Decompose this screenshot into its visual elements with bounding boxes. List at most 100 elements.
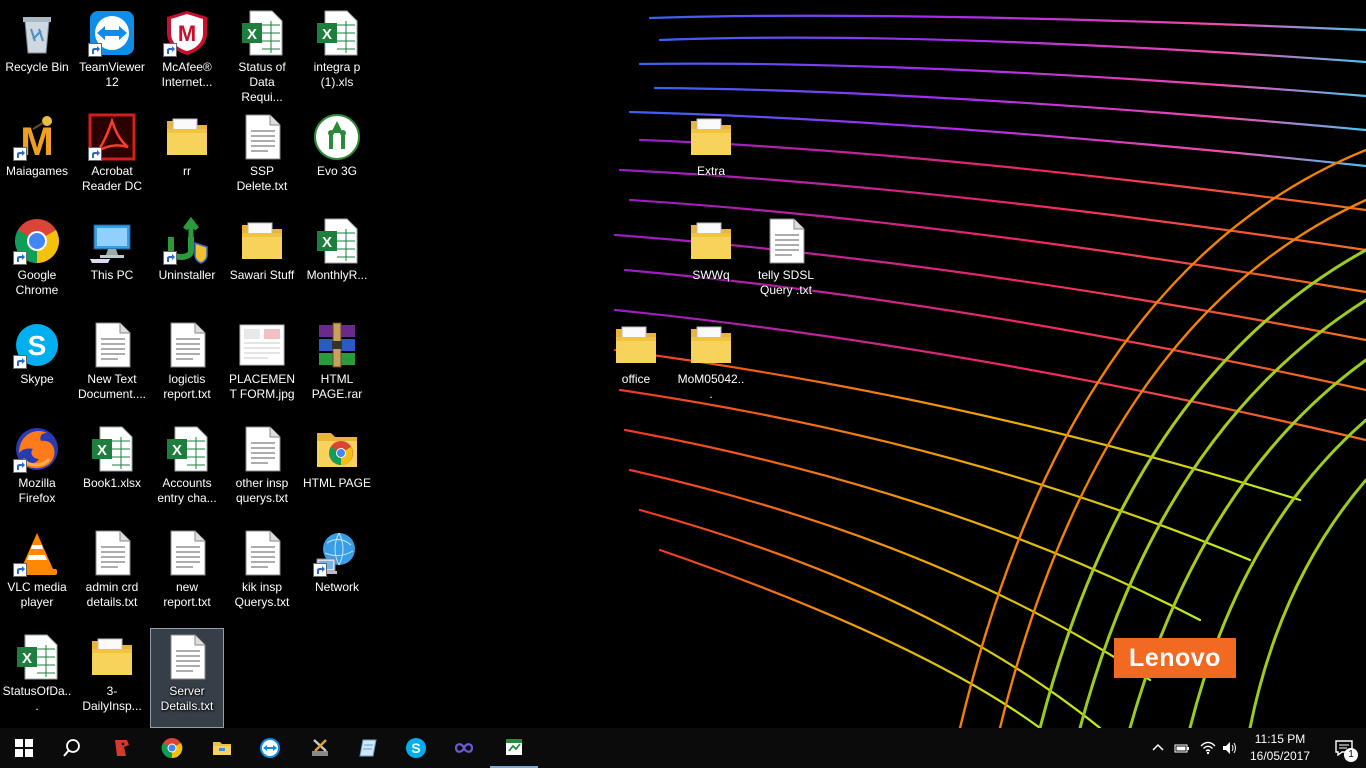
wifi-icon [1200, 741, 1216, 755]
taskbar-tools[interactable] [296, 728, 344, 768]
svg-text:M: M [178, 21, 196, 46]
desktop-icon-label: integra p (1).xls [313, 60, 361, 89]
windows-logo-icon [15, 739, 33, 757]
desktop-icon-extra[interactable]: Extra [674, 108, 748, 208]
desktop-icon-status-of-data-requi[interactable]: X Status of Data Requi... [225, 4, 299, 104]
taskbar-app-red[interactable] [98, 728, 146, 768]
folder-icon [88, 633, 136, 681]
desktop-icon-kik-insp-querys-txt[interactable]: kik insp Querys.txt [225, 524, 299, 624]
desktop-icon-mom05042[interactable]: MoM05042... [674, 316, 748, 416]
image-file-icon [238, 321, 286, 369]
desktop-icon-accounts-entry-cha[interactable]: X Accounts entry cha... [150, 420, 224, 520]
desktop-icon-statusofda[interactable]: X StatusOfDa... [0, 628, 74, 728]
teamviewer-icon [260, 738, 280, 758]
svg-text:X: X [22, 650, 32, 667]
desktop-icon-mcafee-internet[interactable]: M McAfee® Internet... [150, 4, 224, 104]
desktop-icon-book1-xlsx[interactable]: X Book1.xlsx [75, 420, 149, 520]
desktop-icon-label: MoM05042... [677, 372, 745, 401]
vlc-icon [13, 529, 61, 577]
desktop-icon-label: other insp querys.txt [235, 476, 289, 505]
desktop-icon-admin-crd-details-txt[interactable]: admin crd details.txt [75, 524, 149, 624]
clock-time: 11:15 PM [1254, 732, 1306, 746]
text-file-icon [88, 321, 136, 369]
desktop-icon-telly-sdsl-query-txt[interactable]: telly SDSL Query .txt [749, 212, 823, 312]
tray-battery[interactable] [1170, 728, 1194, 768]
desktop-icon-other-insp-querys-txt[interactable]: other insp querys.txt [225, 420, 299, 520]
shortcut-arrow-icon [13, 563, 27, 577]
desktop-icon-label: Recycle Bin [5, 60, 69, 74]
desktop-icon-logictis-report-txt[interactable]: logictis report.txt [150, 316, 224, 416]
desktop-icon-server-details-txt[interactable]: Server Details.txt [150, 628, 224, 728]
desktop-icon-maiagames[interactable]: M Maiagames [0, 108, 74, 208]
desktop-icon-placement-form-jpg[interactable]: PLACEMENT FORM.jpg [225, 316, 299, 416]
desktop-icon-label: Sawari Stuff [229, 268, 295, 282]
desktop-icon-this-pc[interactable]: This PC [75, 212, 149, 312]
tray-wifi[interactable] [1196, 728, 1220, 768]
svg-text:X: X [172, 442, 182, 459]
shortcut-arrow-icon [13, 459, 27, 473]
svg-text:X: X [247, 26, 257, 43]
notification-count-badge: 1 [1344, 748, 1358, 762]
desktop-icon-new-text-document[interactable]: New Text Document.... [75, 316, 149, 416]
desktop-icon-label: Network [314, 580, 359, 594]
tray-volume[interactable] [1218, 728, 1242, 768]
desktop-icon-acrobat-reader-dc[interactable]: Acrobat Reader DC [75, 108, 149, 208]
action-center-button[interactable]: 1 [1322, 728, 1366, 768]
desktop-icon-swwq[interactable]: SWWq [674, 212, 748, 312]
desktop-icon-skype[interactable]: S Skype [0, 316, 74, 416]
search-button[interactable] [48, 728, 96, 768]
desktop-icon-label: kik insp Querys.txt [234, 580, 290, 609]
excel-icon: X [13, 633, 61, 681]
taskbar-notes[interactable] [344, 728, 392, 768]
desktop-icon-3-dailyinsp[interactable]: 3-DailyInsp... [75, 628, 149, 728]
clock[interactable]: 11:15 PM 16/05/2017 [1240, 731, 1320, 765]
desktop-icon-evo-3g[interactable]: Evo 3G [300, 108, 374, 208]
desktop-icon-label: telly SDSL Query .txt [757, 268, 815, 297]
desktop-icon-monthlyr[interactable]: X MonthlyR... [300, 212, 374, 312]
desktop-icon-google-chrome[interactable]: Google Chrome [0, 212, 74, 312]
desktop-icon-ssp-delete-txt[interactable]: SSP Delete.txt [225, 108, 299, 208]
desktop-icon-label: Skype [20, 372, 54, 386]
network-icon [313, 529, 361, 577]
taskbar-file-explorer[interactable] [198, 728, 246, 768]
desktop-icon-label: logictis report.txt [163, 372, 211, 401]
spreadsheet-icon [506, 739, 522, 755]
red-app-icon [115, 740, 129, 756]
desktop-icon-html-page[interactable]: HTML PAGE [300, 420, 374, 520]
taskbar-chrome[interactable] [148, 728, 196, 768]
svg-text:S: S [28, 330, 47, 361]
taskbar-excel-sheet[interactable] [490, 728, 538, 768]
skype-icon: S [13, 321, 61, 369]
start-button[interactable] [0, 728, 48, 768]
infinity-icon [454, 743, 474, 753]
text-file-icon [163, 633, 211, 681]
desktop-icon-label: McAfee® Internet... [161, 60, 213, 89]
folder-icon [687, 113, 735, 161]
desktop-icon-network[interactable]: Network [300, 524, 374, 624]
search-icon [63, 739, 80, 757]
computer-icon [88, 217, 136, 265]
svg-text:X: X [322, 26, 332, 43]
folder-icon [687, 321, 735, 369]
taskbar-teamviewer[interactable] [246, 728, 294, 768]
tools-icon [312, 739, 328, 756]
taskbar-infinity[interactable] [440, 728, 488, 768]
desktop-icon-label: This PC [90, 268, 134, 282]
desktop-icon-uninstaller[interactable]: Uninstaller [150, 212, 224, 312]
taskbar-skype[interactable]: S [392, 728, 440, 768]
recycle-bin-icon [13, 9, 61, 57]
desktop-icon-sawari-stuff[interactable]: Sawari Stuff [225, 212, 299, 312]
desktop-icon-integra-p-1-xls[interactable]: Xintegra p (1).xls [300, 4, 374, 104]
desktop-icon-rr[interactable]: rr [150, 108, 224, 208]
desktop-icon-vlc-media-player[interactable]: VLC media player [0, 524, 74, 624]
desktop-icon-mozilla-firefox[interactable]: Mozilla Firefox [0, 420, 74, 520]
tray-chevron[interactable] [1146, 728, 1170, 768]
desktop-icon-teamviewer-12[interactable]: TeamViewer 12 [75, 4, 149, 104]
desktop-icon-recycle-bin[interactable]: Recycle Bin [0, 4, 74, 104]
desktop-icon-label: Accounts entry cha... [157, 476, 217, 505]
desktop-icon-html-page-rar[interactable]: HTML PAGE.rar [300, 316, 374, 416]
desktop-icon-office[interactable]: office [599, 316, 673, 416]
volume-icon [1223, 742, 1236, 754]
desktop-icon-new-report-txt[interactable]: new report.txt [150, 524, 224, 624]
desktop-icon-label: Acrobat Reader DC [81, 164, 143, 193]
